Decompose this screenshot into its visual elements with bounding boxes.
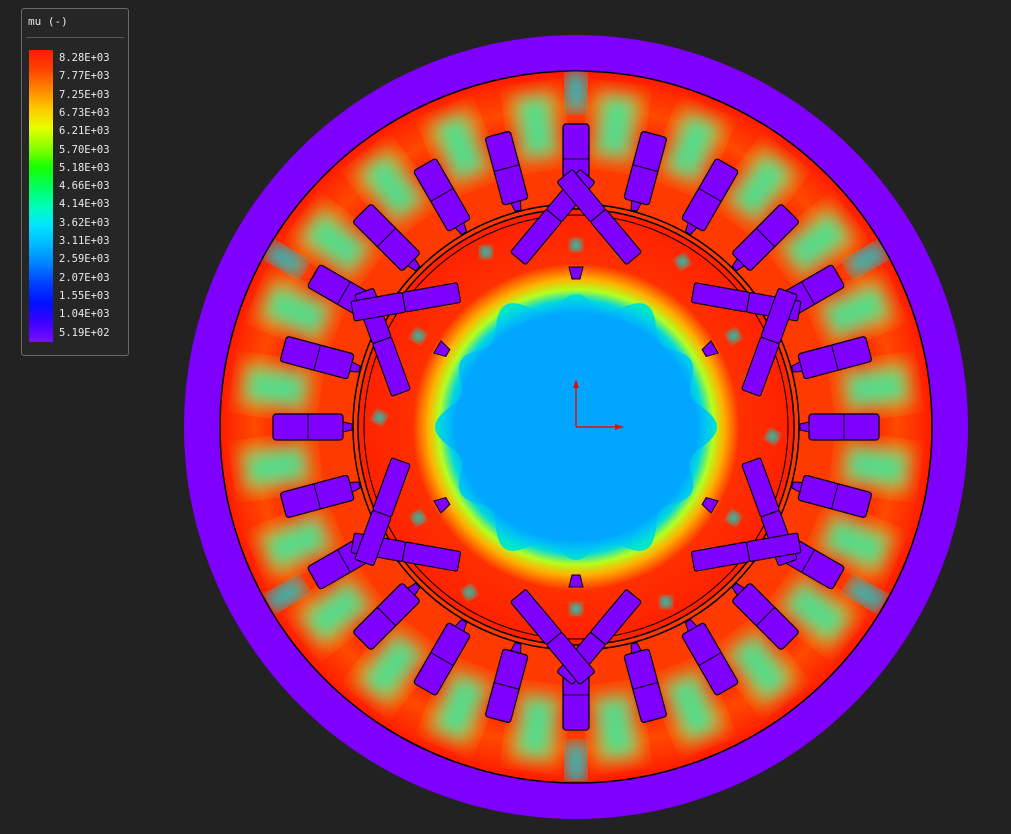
slot-opening bbox=[799, 421, 810, 433]
field-spot bbox=[570, 603, 582, 615]
field-viewport[interactable] bbox=[0, 0, 1011, 834]
legend-title: mu (-) bbox=[28, 15, 68, 28]
legend-label: 8.28E+03 bbox=[59, 52, 110, 64]
stator-slot bbox=[799, 413, 880, 441]
color-legend: mu (-) 8.28E+03 7.77E+03 7.25E+03 6.73E+03 6… bbox=[21, 8, 129, 356]
legend-label: 5.70E+03 bbox=[59, 143, 110, 156]
legend-label: 1.04E+03 bbox=[59, 308, 110, 321]
stator-slot bbox=[272, 413, 353, 441]
legend-label: 2.07E+03 bbox=[59, 271, 110, 284]
magnet-bridge bbox=[568, 266, 584, 280]
legend-label: 7.77E+03 bbox=[59, 70, 110, 83]
stator-yoke-band bbox=[566, 71, 586, 111]
slot-opening bbox=[342, 421, 353, 433]
legend-label: 3.62E+03 bbox=[59, 216, 110, 229]
legend-separator bbox=[26, 37, 124, 38]
legend-label: 6.73E+03 bbox=[59, 106, 110, 119]
legend-label: 5.18E+03 bbox=[59, 161, 110, 174]
legend-label: 3.11E+03 bbox=[59, 235, 110, 247]
magnet-bridge bbox=[568, 574, 584, 588]
stator-yoke-band bbox=[566, 743, 586, 781]
legend-label: 4.14E+03 bbox=[59, 198, 110, 211]
legend-label: 5.19E+02 bbox=[59, 326, 110, 339]
legend-label: 2.59E+03 bbox=[59, 253, 110, 266]
legend-label: 4.66E+03 bbox=[59, 180, 110, 193]
legend-label: 6.21E+03 bbox=[59, 125, 110, 138]
legend-label: 1.55E+03 bbox=[59, 289, 110, 302]
legend-color-bar bbox=[29, 50, 53, 342]
field-spot bbox=[480, 246, 492, 258]
field-spot bbox=[570, 239, 582, 251]
field-low-band bbox=[566, 743, 586, 781]
legend-label: 7.25E+03 bbox=[59, 88, 110, 101]
field-low-band bbox=[566, 71, 586, 111]
field-spot bbox=[660, 596, 672, 608]
